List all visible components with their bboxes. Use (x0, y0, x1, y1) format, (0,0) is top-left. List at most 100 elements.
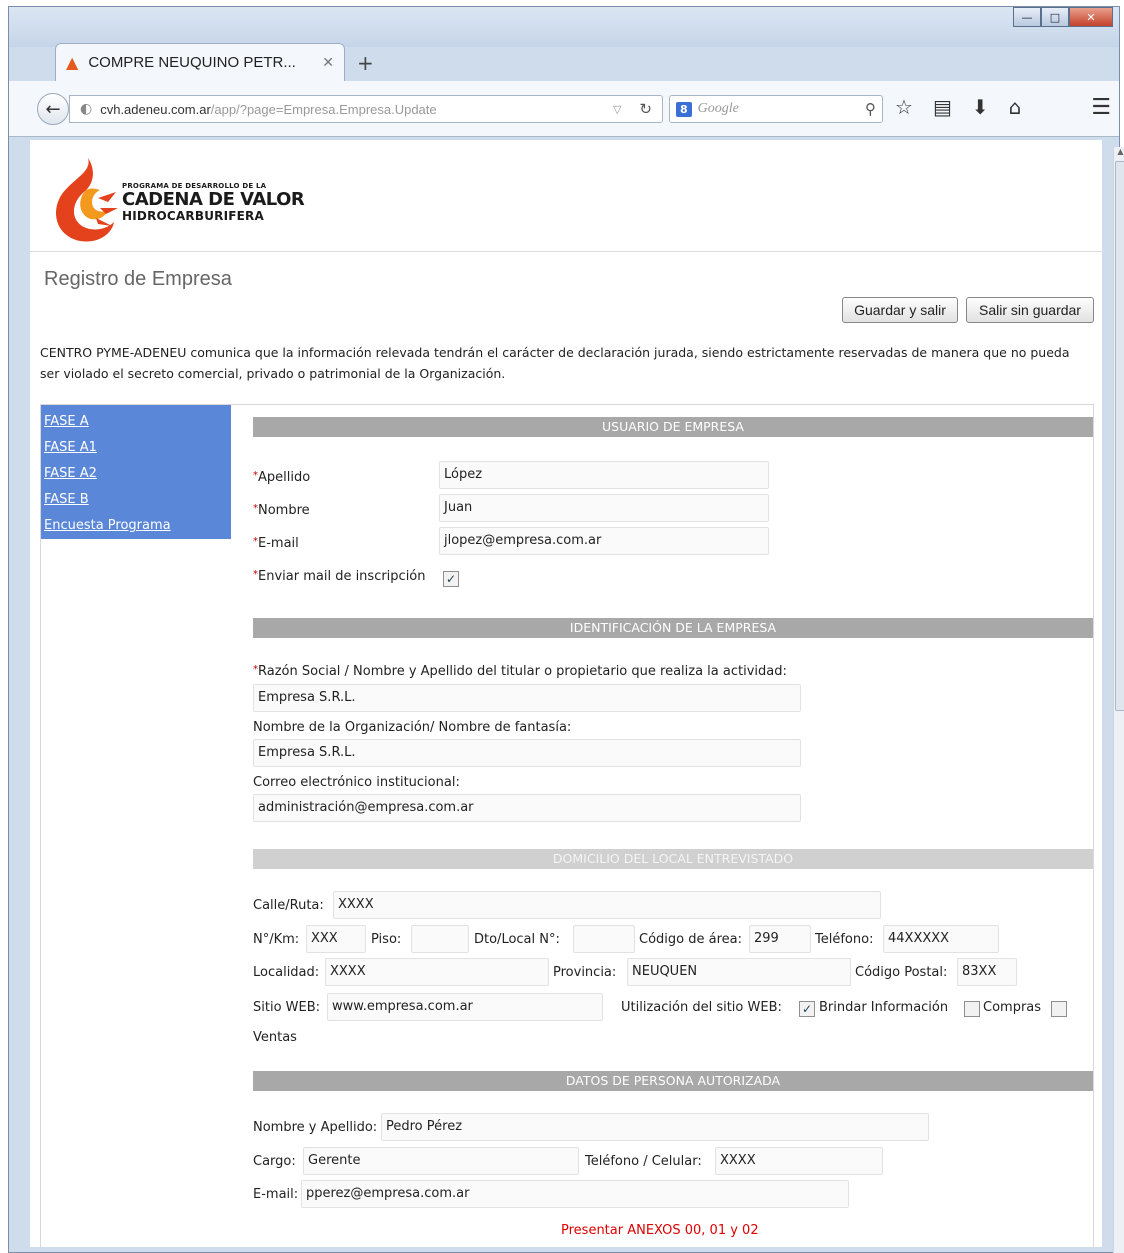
piso-label: Piso: (371, 932, 402, 947)
globe-icon: ◐ (80, 101, 93, 117)
logo-line-3: HIDROCARBURIFERA (122, 209, 264, 223)
close-window-button[interactable]: ✕ (1069, 7, 1113, 27)
correo-institucional-field[interactable]: administración@empresa.com.ar (253, 794, 801, 822)
compras-label: Compras (983, 1000, 1042, 1015)
download-icon[interactable]: ⬇ (972, 95, 989, 119)
organizacion-label: Nombre de la Organización/ Nombre de fan… (253, 720, 572, 735)
logo-text: PROGRAMA DE DESARROLLO DE LA CADENA DE V… (122, 182, 305, 223)
scrollbar-thumb[interactable] (1115, 161, 1124, 711)
navigation-bar: ← ◐ cvh.adeneu.com.ar/app/?page=Empresa.… (9, 81, 1119, 137)
browser-tab[interactable]: ▲ COMPRE NEUQUINO PETR... ✕ (55, 43, 345, 81)
apellido-label: *Apellido (253, 470, 311, 485)
maximize-button[interactable]: □ (1041, 7, 1069, 27)
google-engine-icon[interactable]: 8 (676, 101, 692, 117)
codigo-postal-field[interactable]: 83XX (957, 958, 1017, 986)
section-header-domicilio: DOMICILIO DEL LOCAL ENTREVISTADO (253, 849, 1093, 869)
telefono-label: Teléfono: (815, 932, 874, 947)
search-bar[interactable]: 8 Google ⚲ (669, 95, 883, 123)
back-arrow-icon[interactable]: ← (37, 93, 69, 125)
correo-institucional-label: Correo electrónico institucional: (253, 775, 460, 790)
piso-field[interactable] (411, 925, 469, 953)
page-title: Registro de Empresa (44, 268, 232, 290)
phase-sidebar: FASE A FASE A1 FASE A2 FASE B Encuesta P… (41, 405, 231, 539)
calle-label: Calle/Ruta: (253, 898, 324, 913)
minimize-button[interactable]: — (1013, 7, 1041, 27)
autorizada-nombre-label: Nombre y Apellido: (253, 1120, 378, 1135)
razon-social-field[interactable]: Empresa S.R.L. (253, 684, 801, 712)
enviar-mail-label: *Enviar mail de inscripción (253, 569, 426, 584)
confidentiality-notice: CENTRO PYME-ADENEU comunica que la infor… (40, 345, 1070, 381)
km-label: N°/Km: (253, 932, 300, 947)
km-field[interactable]: XXX (306, 925, 366, 953)
tab-title: COMPRE NEUQUINO PETR... (88, 54, 296, 71)
brindar-informacion-checkbox[interactable]: ✓ (799, 1001, 815, 1017)
provincia-label: Provincia: (553, 965, 617, 980)
search-icon[interactable]: ⚲ (865, 100, 876, 118)
section-header-autorizada: DATOS DE PERSONA AUTORIZADA (253, 1071, 1093, 1091)
address-bar[interactable]: ◐ cvh.adeneu.com.ar/app/?page=Empresa.Em… (69, 95, 663, 123)
provincia-field[interactable]: NEUQUEN (627, 958, 851, 986)
search-placeholder: Google (697, 101, 739, 116)
cargo-label: Cargo: (253, 1154, 296, 1169)
codigo-area-field[interactable]: 299 (749, 925, 811, 953)
flame-logo-icon (56, 158, 118, 242)
sitio-web-field[interactable]: www.empresa.com.ar (327, 993, 603, 1021)
menu-icon[interactable]: ☰ (1091, 95, 1111, 120)
title-bar: — □ ✕ (9, 7, 1119, 47)
apellido-field[interactable]: López (439, 461, 769, 489)
window-controls: — □ ✕ (1013, 7, 1113, 29)
bookmark-star-icon[interactable]: ☆ (895, 95, 913, 119)
dropdown-arrow-icon[interactable]: ▽ (613, 103, 621, 116)
section-header-usuario: USUARIO DE EMPRESA (253, 417, 1093, 437)
form-container: FASE A FASE A1 FASE A2 FASE B Encuesta P… (40, 404, 1094, 1247)
scroll-up-icon[interactable]: ▲ (1115, 147, 1124, 160)
localidad-label: Localidad: (253, 965, 320, 980)
page-viewport: PROGRAMA DE DESARROLLO DE LA CADENA DE V… (30, 140, 1102, 1247)
localidad-field[interactable]: XXXX (325, 958, 549, 986)
sitio-web-label: Sitio WEB: (253, 1000, 321, 1015)
autorizada-email-field[interactable]: pperez@empresa.com.ar (301, 1180, 849, 1208)
nombre-field[interactable]: Juan (439, 494, 769, 522)
cargo-field[interactable]: Gerente (303, 1147, 579, 1175)
ventas-checkbox[interactable] (1051, 1001, 1067, 1017)
site-header: PROGRAMA DE DESARROLLO DE LA CADENA DE V… (30, 140, 1102, 252)
flame-favicon-icon: ▲ (66, 53, 79, 72)
sidebar-item-fase-b[interactable]: FASE B (44, 487, 228, 513)
autorizada-nombre-field[interactable]: Pedro Pérez (381, 1113, 929, 1141)
autorizada-telefono-label: Teléfono / Celular: (585, 1154, 702, 1169)
exit-without-saving-button[interactable]: Salir sin guardar (966, 297, 1094, 323)
autorizada-telefono-field[interactable]: XXXX (715, 1147, 883, 1175)
sidebar-item-fase-a[interactable]: FASE A (44, 409, 228, 435)
annex-note: Presentar ANEXOS 00, 01 y 02 (561, 1223, 759, 1238)
utilizacion-web-label: Utilización del sitio WEB: (621, 1000, 782, 1015)
url-text: cvh.adeneu.com.ar/app/?page=Empresa.Empr… (100, 101, 437, 117)
logo-line-2: CADENA DE VALOR (122, 189, 305, 210)
new-tab-icon[interactable]: + (357, 51, 374, 75)
vertical-scrollbar[interactable]: ▲ (1113, 147, 1124, 1253)
calle-field[interactable]: XXXX (333, 891, 881, 919)
codigo-area-label: Código de área: (639, 932, 742, 947)
home-icon[interactable]: ⌂ (1009, 95, 1022, 119)
toolbar-icons: ☆ ▤ ⬇ ⌂ (895, 95, 1021, 119)
reload-icon[interactable]: ↻ (629, 100, 662, 118)
codigo-postal-label: Código Postal: (855, 965, 948, 980)
compras-checkbox[interactable] (964, 1001, 980, 1017)
razon-social-label: *Razón Social / Nombre y Apellido del ti… (253, 664, 787, 679)
telefono-field[interactable]: 44XXXXX (883, 925, 999, 953)
ventas-label: Ventas (253, 1030, 297, 1045)
dto-field[interactable] (573, 925, 635, 953)
enviar-mail-checkbox[interactable]: ✓ (443, 571, 459, 587)
email-field[interactable]: jlopez@empresa.com.ar (439, 527, 769, 555)
sidebar-item-fase-a2[interactable]: FASE A2 (44, 461, 228, 487)
brindar-informacion-label: Brindar Información (819, 1000, 949, 1015)
bookmarks-list-icon[interactable]: ▤ (933, 95, 952, 119)
organizacion-field[interactable]: Empresa S.R.L. (253, 739, 801, 767)
nombre-label: *Nombre (253, 503, 310, 518)
dto-label: Dto/Local N°: (474, 932, 560, 947)
autorizada-email-label: E-mail: (253, 1187, 299, 1202)
save-and-exit-button[interactable]: Guardar y salir (842, 297, 958, 323)
sidebar-item-fase-a1[interactable]: FASE A1 (44, 435, 228, 461)
section-header-identificacion: IDENTIFICACIÓN DE LA EMPRESA (253, 618, 1093, 638)
close-tab-icon[interactable]: ✕ (322, 55, 334, 71)
sidebar-item-encuesta-programa[interactable]: Encuesta Programa (44, 513, 228, 539)
